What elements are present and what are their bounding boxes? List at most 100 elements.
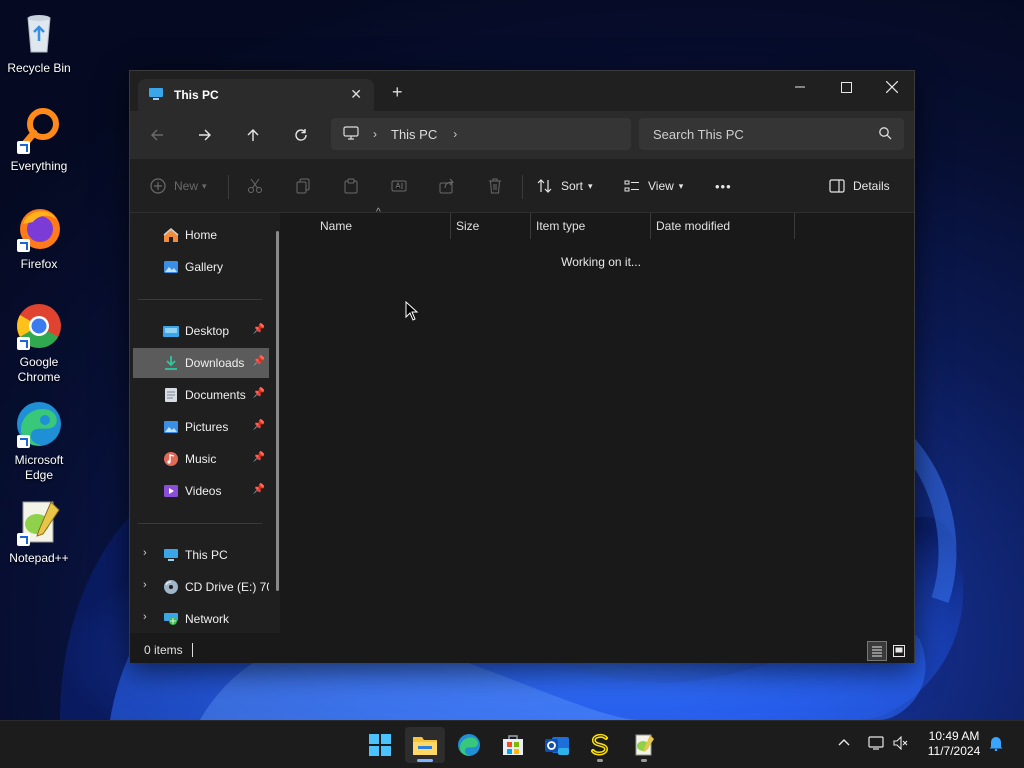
sidebar-item-documents[interactable]: Documents 📌	[133, 380, 269, 410]
maximize-button[interactable]	[823, 71, 869, 103]
new-button[interactable]: New ▾	[150, 175, 207, 197]
forward-button[interactable]	[191, 123, 219, 147]
title-bar[interactable]: This PC ✕ +	[130, 71, 914, 111]
taskbar-outlook[interactable]	[537, 727, 577, 763]
sort-icon	[537, 179, 552, 193]
delete-button[interactable]	[487, 175, 503, 197]
show-hidden-icons-button[interactable]	[838, 735, 850, 749]
clock-date: 11/7/2024	[927, 744, 981, 758]
column-divider[interactable]	[530, 213, 531, 239]
pin-icon[interactable]: 📌	[253, 484, 265, 495]
network-icon	[163, 611, 179, 627]
view-icon	[624, 180, 639, 192]
chevron-right-icon[interactable]: ›	[143, 579, 147, 591]
chevron-down-icon: ▾	[678, 180, 684, 191]
new-label: New	[174, 179, 199, 193]
file-list-pane[interactable]: Name ^ Size Item type Date modified Work…	[288, 207, 914, 633]
desktop-icon-notepad-plus-plus[interactable]: Notepad++	[0, 498, 78, 566]
network-status-button[interactable]	[868, 736, 886, 753]
back-button[interactable]	[143, 123, 171, 147]
clock-time: 10:49 AM	[928, 729, 980, 743]
paste-button[interactable]	[343, 175, 359, 197]
breadcrumb-this-pc[interactable]: This PC	[391, 127, 437, 142]
sidebar-item-home[interactable]: Home	[133, 220, 269, 250]
column-label: Name	[320, 219, 353, 233]
chevron-down-icon: ▾	[202, 180, 207, 191]
copy-button[interactable]	[295, 175, 311, 197]
taskbar-store[interactable]	[493, 727, 533, 763]
pin-icon[interactable]: 📌	[253, 356, 265, 367]
column-divider[interactable]	[450, 213, 451, 239]
column-header-name[interactable]: Name	[320, 213, 450, 239]
notifications-button[interactable]	[988, 735, 1004, 754]
sidebar-item-cd-drive[interactable]: › CD Drive (E:) 70(	[133, 572, 269, 602]
view-button[interactable]: View ▾	[624, 175, 683, 197]
sidebar-item-label: Network	[185, 612, 230, 626]
sidebar-scrollbar[interactable]	[276, 231, 279, 591]
taskbar-notepad-plus-plus[interactable]	[624, 727, 664, 763]
volume-button[interactable]	[893, 735, 909, 753]
desktop-icon-label: Firefox	[20, 257, 58, 271]
refresh-button[interactable]	[287, 123, 315, 147]
column-divider[interactable]	[650, 213, 651, 239]
sidebar-item-desktop[interactable]: Desktop 📌	[133, 316, 269, 346]
sidebar-item-music[interactable]: Music 📌	[133, 444, 269, 474]
start-button[interactable]	[360, 727, 400, 763]
close-tab-button[interactable]: ✕	[350, 86, 362, 103]
file-explorer-window[interactable]: This PC ✕ + › This PC › Search This PC N…	[129, 70, 915, 663]
chevron-right-icon[interactable]: ›	[143, 547, 147, 559]
tiles-view-button[interactable]	[889, 641, 909, 661]
details-pane-button[interactable]: Details	[829, 175, 890, 197]
sidebar-item-label: Documents	[185, 388, 246, 402]
pin-icon[interactable]: 📌	[253, 452, 265, 463]
taskbar-file-explorer[interactable]	[405, 727, 445, 763]
column-header-item-type[interactable]: Item type	[536, 213, 646, 239]
taskbar-sumatra[interactable]	[580, 727, 620, 763]
sidebar-item-downloads[interactable]: Downloads 📌	[133, 348, 269, 378]
sidebar-item-this-pc[interactable]: › This PC	[133, 540, 269, 570]
sidebar-item-videos[interactable]: Videos 📌	[133, 476, 269, 506]
pin-icon[interactable]: 📌	[253, 388, 265, 399]
sidebar-item-network[interactable]: › Network	[133, 604, 269, 634]
maximize-icon	[840, 81, 852, 93]
desktop-icon-everything[interactable]: Everything	[0, 106, 78, 174]
status-divider	[192, 643, 193, 657]
pin-icon[interactable]: 📌	[253, 324, 265, 335]
desktop-icon-edge[interactable]: Microsoft Edge	[0, 400, 78, 483]
column-header-size[interactable]: Size	[456, 213, 526, 239]
desktop-icon-firefox[interactable]: Firefox	[0, 204, 78, 272]
minimize-button[interactable]	[777, 71, 823, 103]
sidebar-item-pictures[interactable]: Pictures 📌	[133, 412, 269, 442]
details-view-button[interactable]	[867, 641, 887, 661]
share-button[interactable]	[439, 175, 455, 197]
toolbar-separator	[228, 175, 229, 199]
new-tab-button[interactable]: +	[392, 83, 403, 101]
sidebar-item-gallery[interactable]: Gallery	[133, 252, 269, 282]
cut-button[interactable]	[247, 175, 263, 197]
navigation-pane[interactable]: Home Gallery Desktop 📌 Downloads 📌 Docum…	[130, 213, 280, 633]
desktop-icon-label: Microsoft Edge	[14, 453, 64, 482]
sort-button[interactable]: Sort ▾	[537, 175, 593, 197]
chevron-right-icon[interactable]: ›	[453, 127, 457, 141]
desktop-icon-recycle-bin[interactable]: Recycle Bin	[0, 8, 78, 76]
music-folder-icon	[163, 451, 179, 467]
pin-icon[interactable]: 📌	[253, 420, 265, 431]
active-indicator	[417, 759, 433, 762]
column-header-date-modified[interactable]: Date modified	[656, 213, 786, 239]
sidebar-item-label: Downloads	[185, 356, 245, 370]
address-bar[interactable]: › This PC ›	[331, 118, 631, 150]
close-window-button[interactable]	[869, 71, 915, 103]
up-button[interactable]	[239, 123, 267, 147]
scissors-icon	[248, 178, 262, 193]
chevron-right-icon[interactable]: ›	[143, 611, 147, 623]
more-options-button[interactable]: •••	[715, 175, 732, 197]
clock[interactable]: 10:49 AM 11/7/2024	[914, 729, 994, 759]
search-input[interactable]: Search This PC	[639, 118, 904, 150]
store-icon	[503, 735, 523, 755]
desktop-icon-chrome[interactable]: Google Chrome	[0, 302, 78, 385]
rename-button[interactable]	[391, 175, 407, 197]
column-divider[interactable]	[794, 213, 795, 239]
taskbar-edge[interactable]	[449, 727, 489, 763]
tab-this-pc[interactable]: This PC ✕	[138, 79, 374, 111]
clipboard-icon	[344, 178, 358, 194]
